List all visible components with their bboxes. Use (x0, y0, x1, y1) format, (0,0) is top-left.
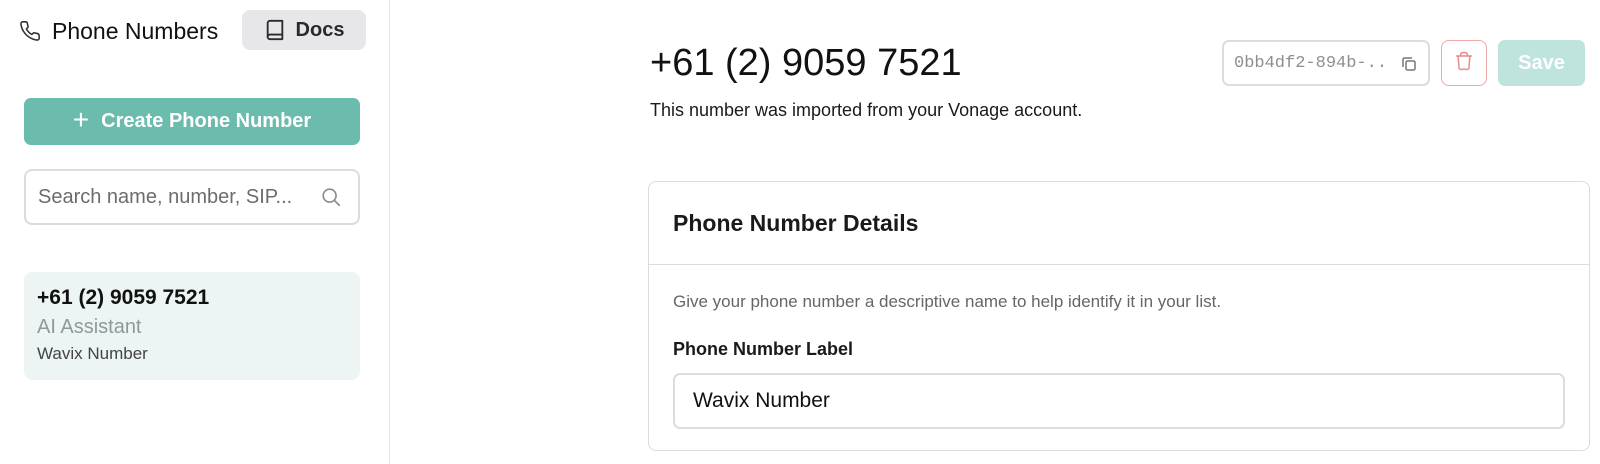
create-button-label: Create Phone Number (101, 110, 312, 132)
list-item-label: Wavix Number (37, 344, 148, 363)
search-box (24, 169, 360, 225)
list-item-number: +61 (2) 9059 7521 (37, 286, 210, 309)
create-phone-number-button[interactable]: + Create Phone Number (24, 98, 360, 145)
copy-icon[interactable] (1400, 55, 1418, 73)
card-description: Give your phone number a descriptive nam… (673, 292, 1222, 311)
search-input[interactable] (38, 185, 318, 209)
id-field[interactable]: 0bb4df2-894b-.. (1222, 40, 1430, 86)
sidebar-header: Phone Numbers Docs (18, 10, 378, 52)
search-icon (320, 186, 342, 208)
page-title: +61 (2) 9059 7521 (650, 42, 962, 84)
list-item[interactable]: +61 (2) 9059 7521 AI Assistant Wavix Num… (24, 272, 360, 380)
main-panel: +61 (2) 9059 7521 This number was import… (391, 0, 1600, 464)
phone-number-label-input[interactable] (673, 373, 1565, 429)
delete-button[interactable] (1441, 40, 1487, 86)
id-text: 0bb4df2-894b-.. (1234, 53, 1388, 73)
save-button[interactable]: Save (1498, 40, 1585, 86)
phone-number-label-heading: Phone Number Label (673, 339, 854, 359)
sidebar-title: Phone Numbers (52, 17, 219, 44)
trash-icon (1454, 50, 1474, 77)
page-subtitle: This number was imported from your Vonag… (650, 100, 1083, 120)
list-item-assistant: AI Assistant (37, 316, 142, 338)
phone-icon (18, 19, 42, 43)
docs-button[interactable]: Docs (242, 10, 366, 50)
app: Phone Numbers Docs + Create Phone Number (0, 0, 1600, 464)
card-header: Phone Number Details (649, 182, 1589, 265)
sidebar: Phone Numbers Docs + Create Phone Number (0, 0, 390, 464)
book-icon (264, 19, 286, 41)
phone-number-details-card: Phone Number Details Give your phone num… (648, 181, 1590, 451)
card-title: Phone Number Details (673, 209, 919, 236)
plus-icon: + (72, 104, 90, 135)
docs-label: Docs (295, 18, 345, 41)
